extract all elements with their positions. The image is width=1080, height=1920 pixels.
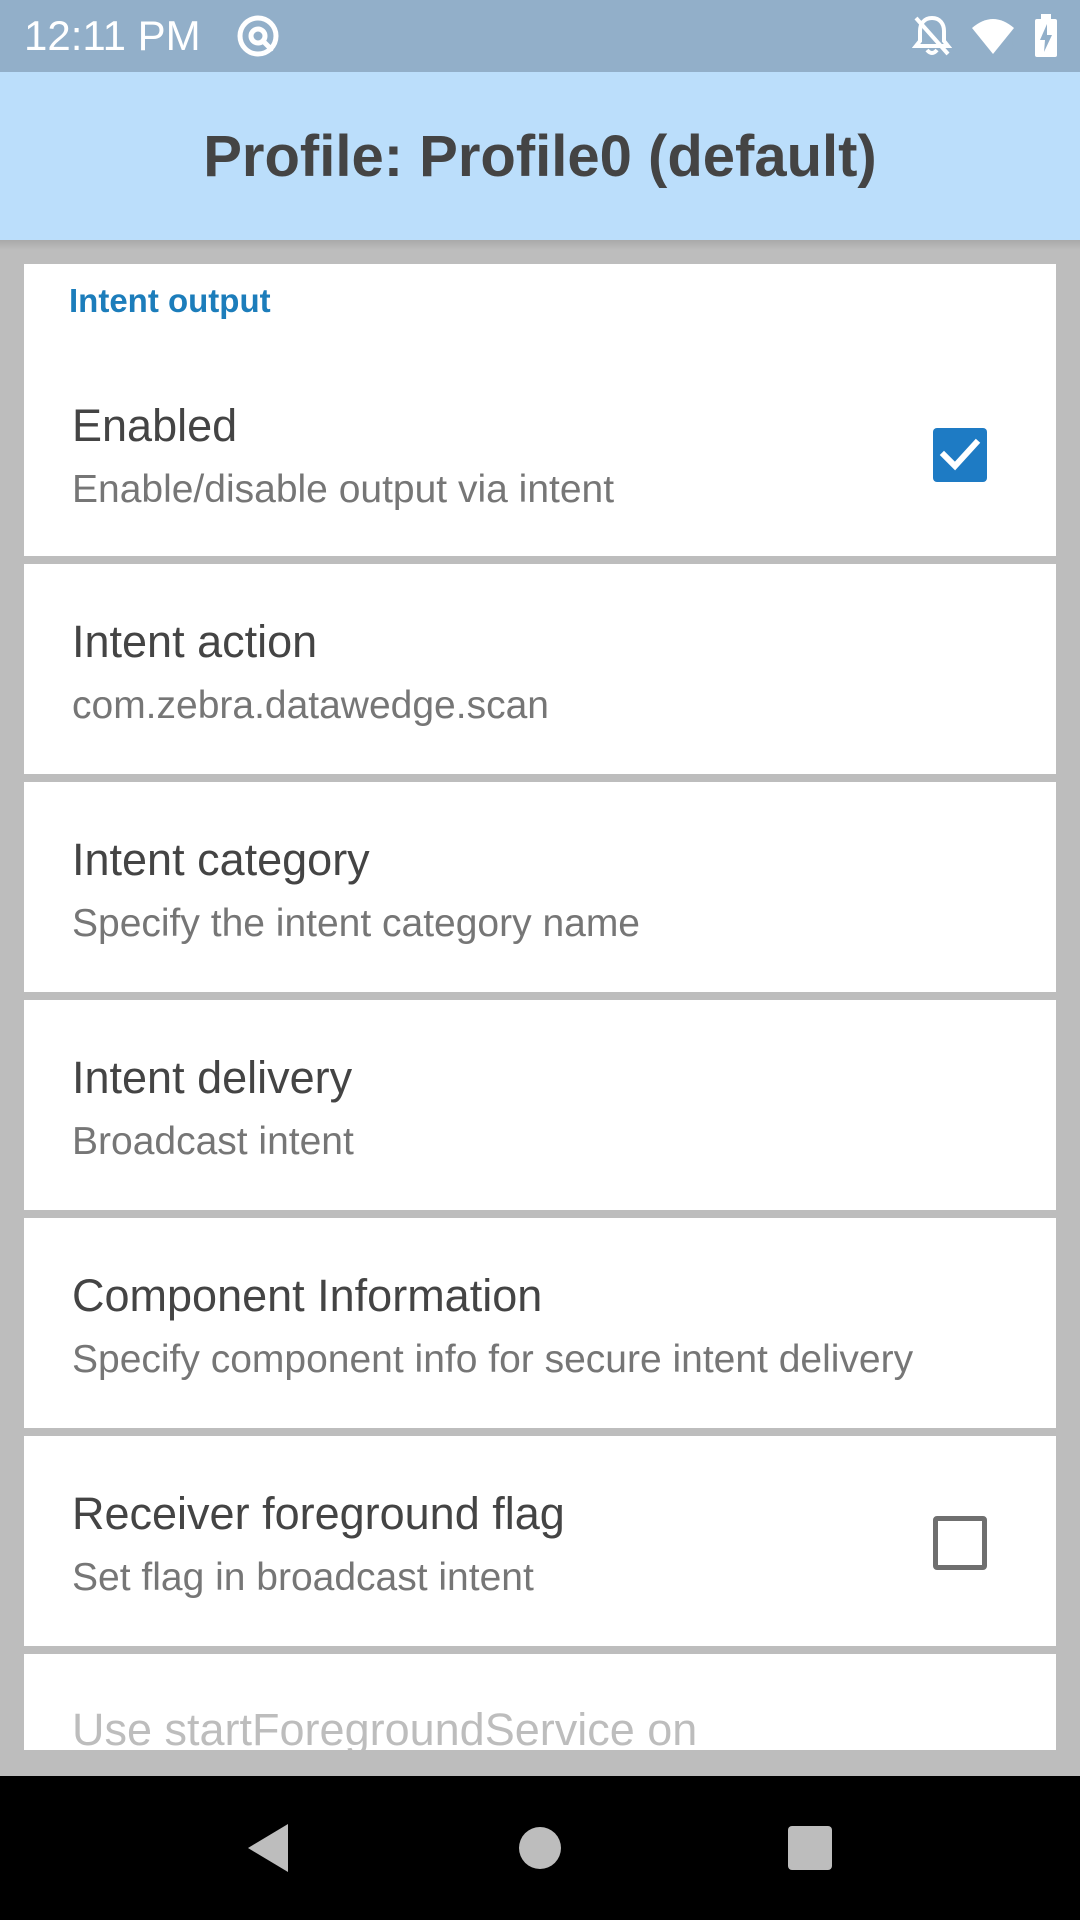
pref-title: Use startForegroundService on <box>72 1704 698 1750</box>
pref-title: Enabled <box>72 400 238 451</box>
pref-summary: Set flag in broadcast intent <box>72 1556 534 1599</box>
pref-use-start-foreground-service[interactable]: Use startForegroundService on <box>24 1654 1056 1750</box>
pref-title: Intent delivery <box>72 1052 353 1103</box>
status-bar: 12:11 PM 4 <box>0 0 1080 72</box>
pref-receiver-foreground-flag[interactable]: Receiver foreground flag Set flag in bro… <box>24 1436 1056 1646</box>
pref-title: Intent action <box>72 616 318 667</box>
back-icon <box>248 1824 288 1872</box>
pref-summary: com.zebra.datawedge.scan <box>72 684 549 727</box>
pref-summary: Specify the intent category name <box>72 902 640 945</box>
enabled-checkbox[interactable] <box>933 428 987 482</box>
status-icons: 4 <box>912 12 1058 60</box>
wifi-badge: 4 <box>1005 36 1014 53</box>
section-title: Intent output <box>69 282 271 319</box>
page-title: Profile: Profile0 (default) <box>203 123 877 189</box>
receiver-foreground-checkbox[interactable] <box>933 1516 987 1570</box>
pref-component-information[interactable]: Component Information Specify component … <box>24 1218 1056 1428</box>
pref-intent-category[interactable]: Intent category Specify the intent categ… <box>24 782 1056 992</box>
pref-title: Intent category <box>72 834 370 885</box>
notifications-off-icon <box>912 15 952 56</box>
app-bar-shadow <box>0 240 1080 250</box>
battery-charging-icon <box>1035 14 1057 57</box>
status-time: 12:11 PM <box>24 12 201 59</box>
wifi-icon: 4 <box>970 16 1016 56</box>
app-bar: Profile: Profile0 (default) <box>0 72 1080 240</box>
at-sign-icon <box>237 15 279 57</box>
pref-intent-delivery[interactable]: Intent delivery Broadcast intent <box>24 1000 1056 1210</box>
home-icon <box>519 1827 561 1869</box>
pref-summary: Specify component info for secure intent… <box>72 1338 914 1381</box>
navigation-bar <box>0 1776 1080 1920</box>
pref-enabled[interactable]: Intent output Enabled Enable/disable out… <box>24 264 1056 556</box>
pref-summary: Enable/disable output via intent <box>72 468 615 511</box>
recents-button[interactable] <box>760 1798 860 1898</box>
pref-intent-action[interactable]: Intent action com.zebra.datawedge.scan <box>24 564 1056 774</box>
preferences-list[interactable]: Intent output Enabled Enable/disable out… <box>24 264 1056 1750</box>
pref-summary: Broadcast intent <box>72 1120 354 1163</box>
pref-title: Receiver foreground flag <box>72 1488 565 1539</box>
recents-icon <box>788 1826 832 1870</box>
pref-title: Component Information <box>72 1270 543 1321</box>
back-button[interactable] <box>218 1798 318 1898</box>
home-button[interactable] <box>490 1798 590 1898</box>
check-icon <box>939 438 981 471</box>
